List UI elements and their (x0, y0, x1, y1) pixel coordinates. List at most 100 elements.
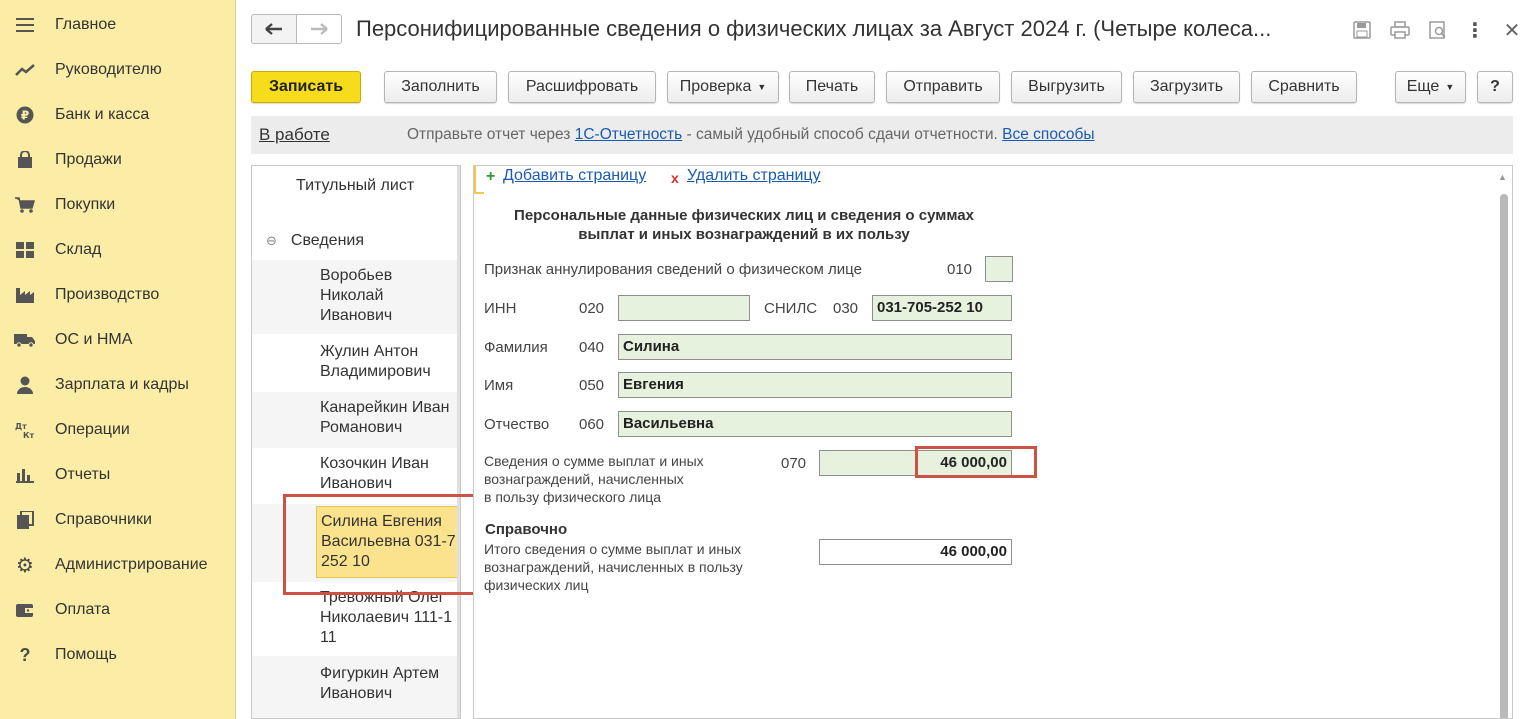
forward-button[interactable] (296, 14, 342, 44)
person-line: Жулин Антон (320, 343, 419, 360)
name-field[interactable]: Евгения (618, 372, 1012, 398)
arrow-right-icon (311, 23, 328, 35)
svg-text:Дт: Дт (15, 422, 27, 431)
tree-item-person[interactable]: Фигуркин Артем Иванович (252, 656, 460, 718)
status-link[interactable]: В работе (259, 125, 330, 145)
sidebar-item-assets[interactable]: ОС и НМА (0, 318, 236, 362)
scroll-up-icon[interactable]: ▲ (1498, 172, 1507, 182)
sidebar-item-label: Покупки (55, 196, 116, 213)
sidebar-item-salary[interactable]: Зарплата и кадры (0, 363, 236, 407)
more-vertical-icon[interactable]: ⋮ (1463, 18, 1487, 42)
import-button[interactable]: Загрузить (1133, 71, 1240, 103)
total-label-line: физических лиц (484, 577, 589, 593)
compare-button[interactable]: Сравнить (1251, 71, 1357, 103)
export-button[interactable]: Выгрузить (1011, 71, 1122, 103)
sidebar-item-bank[interactable]: ₽ Банк и касса (0, 93, 236, 137)
patronymic-label: Отчество (484, 416, 550, 433)
sidebar-item-operations[interactable]: Дт Кт Операции (0, 408, 236, 452)
decode-button[interactable]: Расшифровать (508, 71, 656, 103)
dt-kt-icon: Дт Кт (14, 419, 36, 441)
tree-item-label: Титульный лист (296, 177, 415, 194)
save-icon[interactable] (1350, 18, 1374, 42)
total-label: Итого сведения о сумме выплат и иных воз… (484, 540, 743, 594)
send-button[interactable]: Отправить (886, 71, 1000, 103)
check-button[interactable]: Проверка ▼ (667, 71, 779, 103)
sidebar-item-purchases[interactable]: Покупки (0, 183, 236, 227)
sidebar-item-help[interactable]: ? Помощь (0, 633, 236, 677)
back-button[interactable] (251, 14, 297, 44)
patronymic-field[interactable]: Васильевна (618, 411, 1012, 437)
reference-title: Справочно (485, 521, 568, 538)
factory-icon (14, 284, 36, 306)
sidebar-item-main[interactable]: Главное (0, 3, 236, 47)
sidebar-item-payment[interactable]: Оплата (0, 588, 236, 632)
sidebar-item-sales[interactable]: Продажи (0, 138, 236, 182)
sidebar-item-admin[interactable]: ⚙ Администрирование (0, 543, 236, 587)
total-label-line: вознаграждений, начисленных в пользу (484, 559, 743, 575)
sidebar-item-reports[interactable]: Отчеты (0, 453, 236, 497)
tree-item-label: Сведения (290, 232, 364, 249)
sidebar-item-manager[interactable]: Руководителю (0, 48, 236, 92)
tree-item-person[interactable]: Воробьев Николай Иванович (252, 260, 460, 334)
payments-label: Сведения о сумме выплат и иных вознаграж… (484, 452, 704, 506)
gear-icon: ⚙ (16, 554, 34, 577)
sidebar-item-warehouse[interactable]: Склад (0, 228, 236, 272)
print-button[interactable]: Печать (789, 71, 875, 103)
sidebar-item-label: Администрирование (55, 556, 208, 573)
tree-item-title-page[interactable]: Титульный лист (252, 166, 460, 222)
sidebar-item-label: Руководителю (55, 61, 162, 78)
help-button[interactable]: ? (1477, 71, 1513, 103)
sidebar-item-label: Справочники (55, 511, 152, 528)
highlight-frame (915, 446, 1037, 478)
sidebar-item-production[interactable]: Производство (0, 273, 236, 317)
sidebar-item-label: Оплата (55, 601, 111, 618)
sidebar-item-directories[interactable]: Справочники (0, 498, 236, 542)
snils-label: СНИЛС (764, 300, 818, 317)
highlight-frame (283, 494, 482, 595)
fill-button[interactable]: Заполнить (384, 71, 497, 103)
name-label: Имя (484, 377, 514, 394)
sidebar: Главное Руководителю ₽ Банк и касса Прод… (0, 0, 236, 719)
surname-code: 040 (579, 339, 605, 356)
close-icon[interactable]: ✕ (1500, 18, 1524, 42)
arrow-left-icon (265, 23, 282, 35)
more-button-label: Еще (1406, 78, 1440, 95)
cancel-flag-checkbox[interactable] (985, 256, 1013, 282)
all-methods-link[interactable]: Все способы (1002, 126, 1094, 143)
menu-icon (14, 14, 36, 36)
form-heading: Персональные данные физических лиц и све… (484, 206, 1004, 244)
tree-item-section[interactable]: ⊖ Сведения (252, 222, 460, 260)
surname-field[interactable]: Силина (618, 334, 1012, 360)
question-icon: ? (19, 644, 31, 665)
collapse-icon[interactable]: ⊖ (266, 233, 277, 248)
page-title: Персонифицированные сведения о физически… (356, 16, 1272, 41)
payments-label-line: в пользу физического лица (484, 489, 661, 505)
sidebar-item-label: Отчеты (55, 466, 111, 483)
save-button[interactable]: Записать (251, 71, 361, 103)
inn-field[interactable] (618, 295, 750, 321)
form-scrollbar[interactable] (1500, 194, 1508, 718)
delete-page-link[interactable]: Удалить страницу (687, 167, 821, 185)
ruble-icon: ₽ (14, 104, 36, 126)
add-page-link[interactable]: Добавить страницу (503, 167, 646, 185)
preview-icon[interactable] (1426, 18, 1450, 42)
bag-icon (14, 149, 36, 171)
patronymic-code: 060 (579, 416, 605, 433)
more-button[interactable]: Еще ▼ (1395, 71, 1466, 103)
delete-icon: x (671, 170, 679, 186)
person-line: Владимирович (320, 363, 431, 380)
1c-reporting-link[interactable]: 1С-Отчетность (575, 126, 683, 143)
tree-item-person[interactable]: Жулин Антон Владимирович (252, 336, 460, 392)
bar-chart-icon (14, 464, 36, 486)
snils-field[interactable]: 031-705-252 10 (872, 295, 1012, 321)
tree-item-person[interactable]: Канарейкин Иван Романович (252, 392, 460, 448)
page-tab-marker (474, 166, 484, 194)
sidebar-item-label: Производство (55, 286, 160, 303)
person-line: Николаевич 111-1 (320, 609, 453, 626)
print-icon[interactable] (1388, 18, 1412, 42)
chevron-down-icon: ▼ (757, 82, 767, 92)
tree-scrollbar[interactable] (457, 166, 460, 718)
total-amount-field: 46 000,00 (819, 539, 1012, 565)
check-button-label: Проверка (679, 78, 752, 95)
person-line: Воробьев (320, 267, 393, 284)
